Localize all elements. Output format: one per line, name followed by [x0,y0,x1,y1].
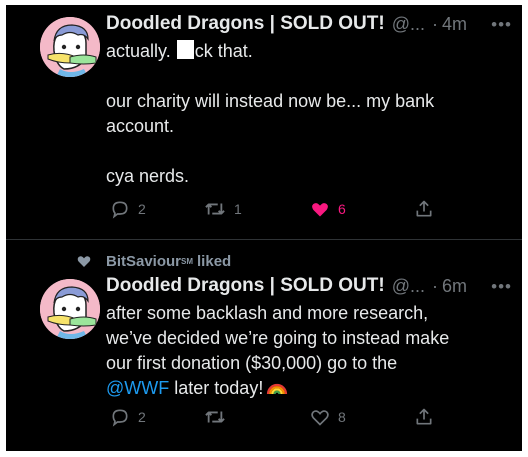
retweet-icon [205,203,225,215]
reply-icon [112,409,128,427]
social-user[interactable]: BitSaviour [106,253,181,270]
author-handle[interactable]: @... [392,276,425,297]
more-icon[interactable]: ••• [491,15,512,35]
tweet-line: actually. ck that. [106,39,506,64]
separator-dot: · [431,13,438,34]
tweet-actions: 2 8 [106,407,446,433]
tweet-line: account. [106,116,175,136]
retweet-icon [205,411,225,423]
mention-link[interactable]: @WWF [106,378,169,398]
author-name[interactable]: Doodled Dragons | SOLD OUT! [106,13,385,35]
author-name[interactable]: Doodled Dragons | SOLD OUT! [106,275,385,297]
like-icon [312,203,328,217]
like-button[interactable]: 8 [310,407,346,427]
tweet-text-segment: later today! [174,378,264,398]
tweet-text-segment: ck that. [194,41,253,61]
like-button[interactable]: 6 [310,199,346,219]
tweet-time[interactable]: 4m [442,14,467,35]
social-context[interactable]: BitSaviour SM liked [76,250,231,272]
tweet-line: @WWF later today! [106,376,506,401]
tweet-text: actually. ck that. our charity will inst… [106,39,506,189]
service-mark: SM [181,256,194,266]
like-icon [311,410,329,426]
share-icon [416,200,432,217]
like-count: 8 [338,409,346,425]
avatar-image [40,279,100,339]
retweet-button[interactable] [204,407,226,427]
tweet-header: Doodled Dragons | SOLD OUT! @... · 4m [106,11,467,37]
avatar-image [40,17,100,77]
share-button[interactable] [414,199,434,219]
reply-button[interactable]: 2 [110,407,146,427]
tweet-time[interactable]: 6m [442,276,467,297]
tweet-1[interactable]: Doodled Dragons | SOLD OUT! @... · 4m ••… [6,5,522,239]
small-heart-icon [77,256,91,267]
tweet-line: we’ve decided we’re going to instead mak… [106,328,450,348]
author-avatar[interactable] [40,279,100,339]
like-count: 6 [338,201,346,217]
more-icon[interactable]: ••• [491,277,512,297]
retweet-count: 1 [234,201,242,217]
tweet-line: our charity will instead now be... my ba… [106,91,435,111]
retweet-button[interactable]: 1 [204,199,242,219]
tweet-line: after some backlash and more research, [106,303,429,323]
reply-count: 2 [138,409,146,425]
reply-icon [112,201,128,219]
separator-dot: · [431,275,438,296]
author-handle[interactable]: @... [392,14,425,35]
tweet-text-segment: actually. [106,41,171,61]
tweet-header: Doodled Dragons | SOLD OUT! @... · 6m [106,273,467,299]
share-icon [416,408,432,425]
rainbow-emoji [267,383,288,395]
author-avatar[interactable] [40,17,100,77]
social-action: liked [197,252,232,270]
share-button[interactable] [414,407,434,427]
reply-button[interactable]: 2 [110,199,146,219]
tweet-line: cya nerds. [106,166,190,186]
redaction-block [176,40,194,59]
tweet-actions: 2 1 6 [106,199,446,225]
tweet-line: our first donation ($30,000) go to the [106,353,398,373]
timeline: Doodled Dragons | SOLD OUT! @... · 4m ••… [6,5,522,451]
reply-count: 2 [138,201,146,217]
tweet-text: after some backlash and more research, w… [106,301,506,401]
tweet-2[interactable]: BitSaviour SM liked Doodled Dragons | SOLD… [6,240,522,451]
